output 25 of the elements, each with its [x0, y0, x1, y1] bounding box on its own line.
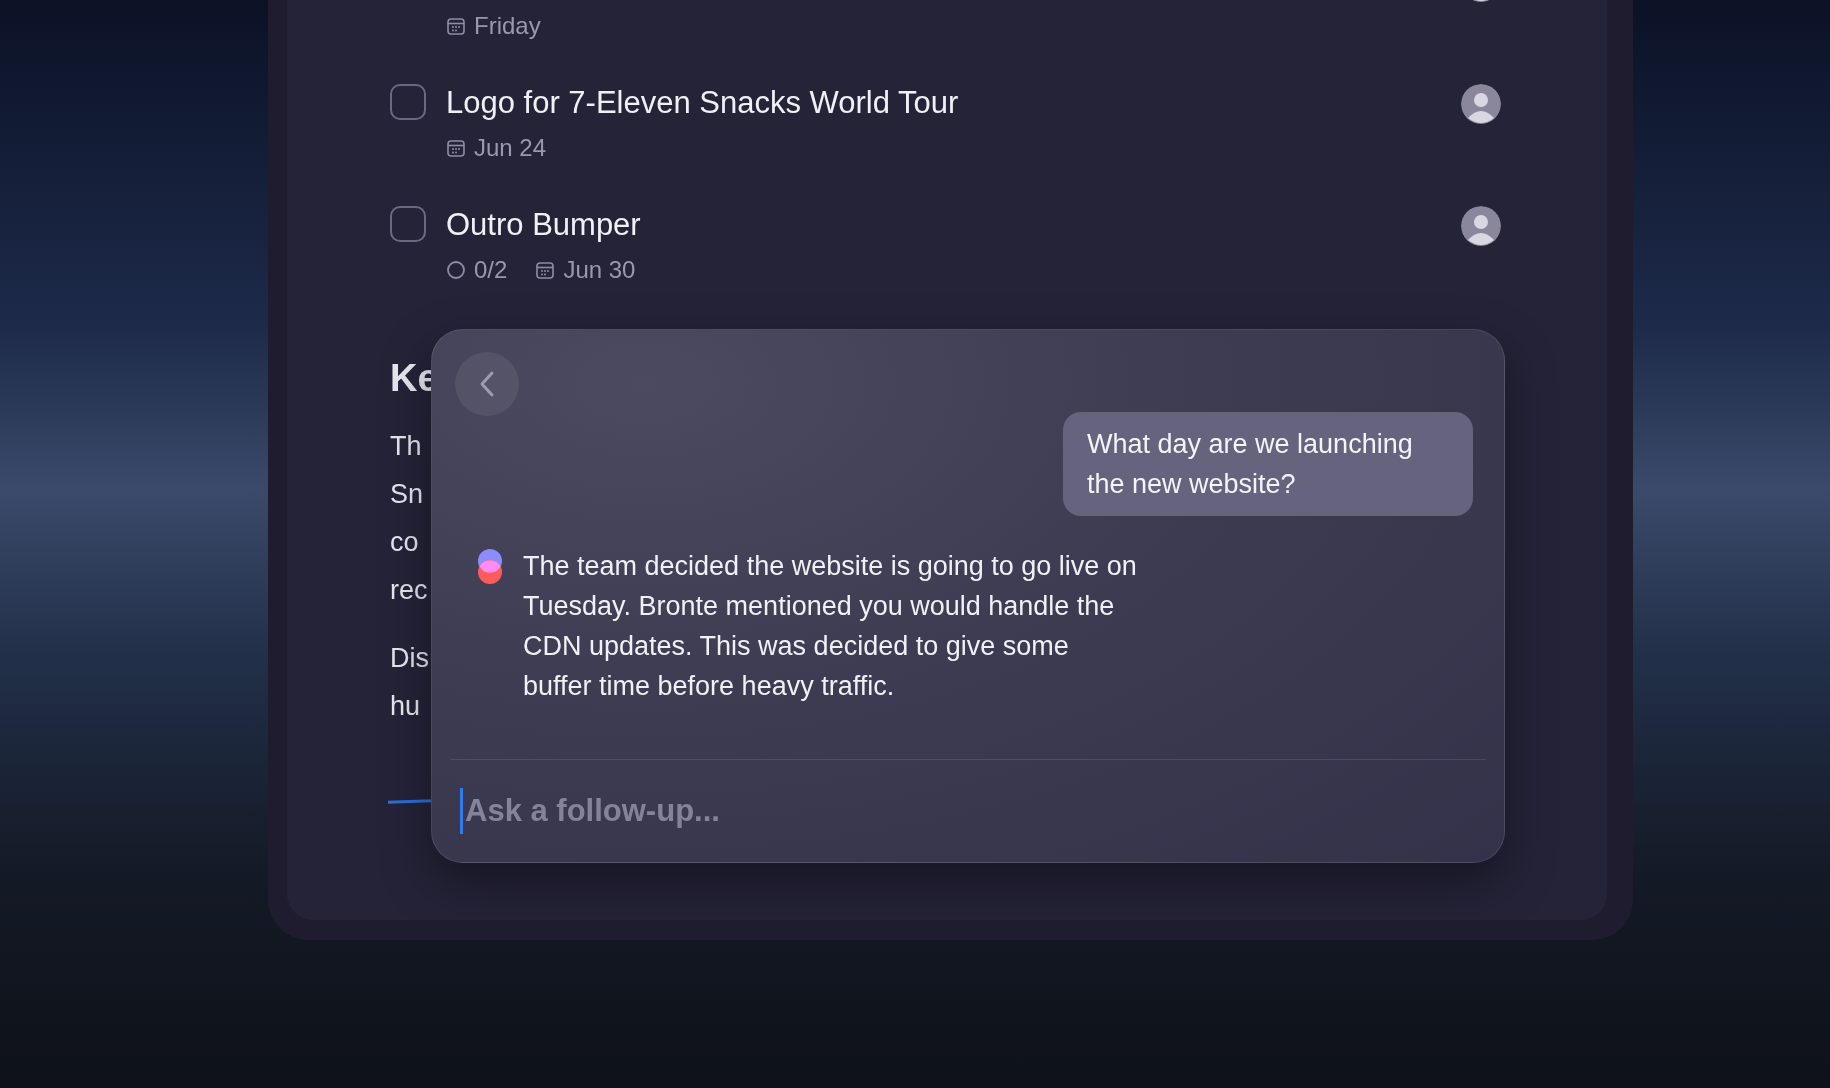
due-date: Friday — [474, 12, 541, 40]
subtask-count: 0/2 — [474, 256, 508, 284]
text-fragment: co — [390, 526, 419, 559]
task-checkbox[interactable] — [390, 84, 426, 120]
text-fragment: rec — [390, 574, 428, 607]
text-fragment: hu — [390, 690, 421, 723]
task-title[interactable]: Logo for 7-Eleven Snacks World Tour — [446, 85, 959, 120]
due-date: Jun 24 — [474, 134, 547, 162]
avatar-icon — [1461, 206, 1501, 246]
calendar-icon — [535, 260, 556, 280]
answer-text: The team decided the website is going to go live on Tuesday. Bronte mentioned you would handle the CDN updates. This was decided to give some buffer time before heavy traffic. — [523, 550, 1138, 703]
task-title[interactable]: Outro Bumper — [446, 207, 641, 242]
assistant-logo-icon — [475, 548, 505, 586]
chevron-left-icon — [479, 370, 495, 398]
question-bubble: What day are we launching the new website? — [1063, 412, 1473, 516]
avatar-icon — [1461, 84, 1501, 124]
text-fragment: Sn — [390, 478, 424, 511]
text-fragment: Th — [390, 430, 422, 463]
circle-icon — [446, 260, 466, 280]
calendar-icon — [446, 16, 466, 36]
task-checkbox[interactable] — [390, 206, 426, 242]
follow-up-input[interactable]: Ask a follow-up... — [460, 788, 1067, 834]
due-date: Jun 30 — [563, 256, 636, 284]
calendar-icon — [446, 138, 466, 158]
text-fragment: Dis — [390, 642, 429, 675]
